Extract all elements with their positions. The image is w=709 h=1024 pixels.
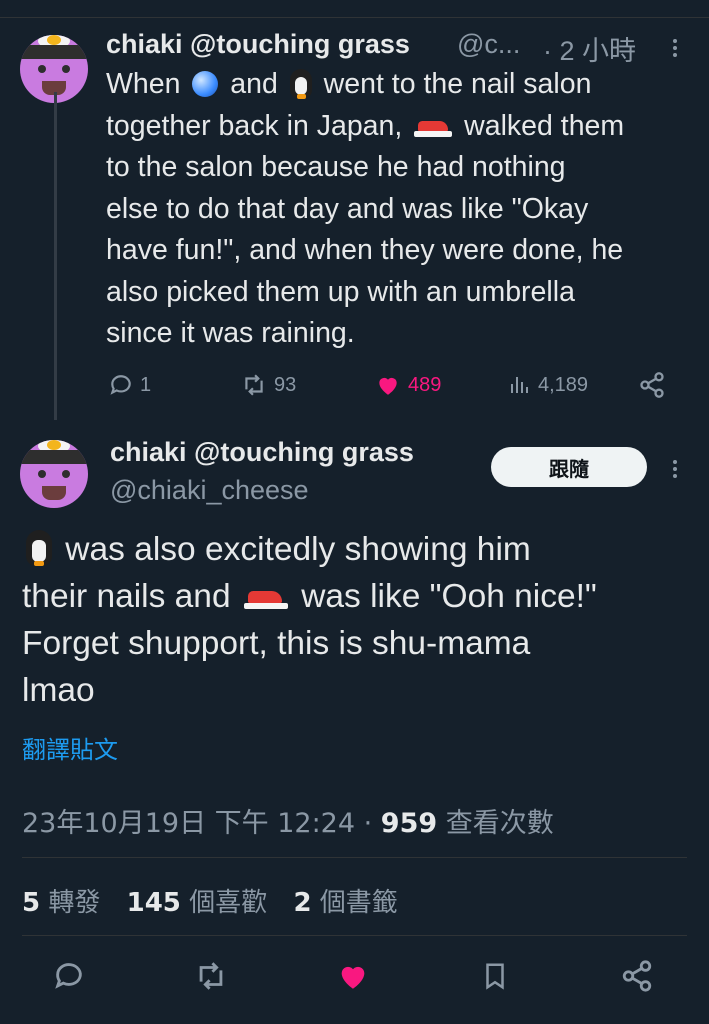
tweet-line: together back in Japan, walked them — [106, 109, 625, 142]
views-button[interactable]: 4,189 — [508, 370, 588, 400]
sneaker-icon — [414, 120, 453, 137]
tweet-line: When and went to the nail salon — [106, 68, 592, 100]
tweet-line: else to do that day and was like "Okay — [106, 192, 589, 225]
like-button[interactable]: 489 — [374, 370, 441, 400]
heart-icon — [341, 966, 365, 989]
display-name[interactable]: chiaki @touching grass — [106, 29, 410, 60]
share-icon — [640, 372, 664, 398]
follow-button[interactable]: 跟隨 — [491, 447, 647, 487]
views-count: 959 — [380, 808, 438, 839]
tweet-text: When and went to the nail salon together… — [106, 64, 696, 355]
crystal-ball-icon — [192, 71, 219, 97]
reply-icon — [110, 375, 131, 395]
tweet-line: to the salon because he had nothing — [106, 151, 566, 183]
sneaker-icon — [243, 591, 288, 609]
tweet-line: Forget shupport, this is shu-mama — [22, 625, 531, 662]
divider — [22, 935, 687, 936]
more-options-icon[interactable] — [673, 457, 679, 481]
tweet-line: was also excitedly showing him — [22, 526, 692, 573]
penguin-icon — [26, 530, 52, 566]
retweets-link[interactable]: 5 轉發 — [22, 888, 100, 918]
handle[interactable]: @chiaki_cheese — [110, 475, 309, 506]
tweet-meta: 23年10月19日 下午 12:24 · 959 查看次數 — [22, 801, 554, 840]
retweet-icon — [199, 962, 223, 990]
handle[interactable]: @c... — [457, 29, 520, 60]
reply-count: 1 — [140, 373, 152, 396]
share-icon — [622, 960, 652, 992]
bookmark-button[interactable] — [476, 957, 514, 995]
bookmark-icon — [486, 963, 504, 990]
tweet-line: their nails and was like "Ooh nice!" — [22, 578, 597, 615]
tweet-date[interactable]: 23年10月19日 下午 12:24 · — [22, 808, 381, 839]
heart-icon — [379, 377, 397, 395]
analytics-icon — [511, 377, 528, 393]
tweet-line: have fun!", and when they were done, he — [106, 234, 624, 266]
engagement-counts: 5 轉發 145 個喜歡 2 個書籤 — [22, 882, 416, 919]
tweet-line: lmao — [22, 672, 95, 709]
penguin-icon — [289, 69, 312, 99]
retweet-icon — [245, 374, 263, 396]
tweet-line: also picked them up with an umbrella — [106, 275, 575, 308]
likes-link[interactable]: 145 個喜歡 — [127, 888, 268, 918]
like-count: 489 — [408, 373, 442, 396]
reply-button[interactable]: 1 — [108, 370, 151, 400]
timestamp[interactable]: · 2 小時 — [543, 29, 636, 68]
share-button[interactable] — [618, 957, 656, 995]
avatar[interactable] — [20, 440, 88, 508]
divider — [22, 857, 687, 858]
share-button[interactable] — [638, 370, 666, 400]
tweet-text: was also excitedly showing him their nai… — [22, 526, 692, 714]
top-divider — [0, 17, 709, 18]
views-label: 查看次數 — [437, 808, 554, 839]
retweet-button[interactable] — [192, 957, 230, 995]
retweet-button[interactable]: 93 — [240, 370, 296, 400]
retweet-count: 93 — [274, 373, 297, 396]
bookmarks-link[interactable]: 2 個書籤 — [293, 888, 397, 918]
thread-line — [54, 92, 57, 420]
reply-icon — [55, 963, 82, 989]
more-options-icon[interactable] — [673, 36, 679, 60]
like-button[interactable] — [334, 957, 372, 995]
view-count: 4,189 — [538, 373, 589, 396]
reply-button[interactable] — [50, 957, 88, 995]
display-name[interactable]: chiaki @touching grass — [110, 437, 414, 468]
translate-link[interactable]: 翻譯貼文 — [22, 730, 118, 765]
tweet-line: since it was raining. — [106, 317, 355, 349]
